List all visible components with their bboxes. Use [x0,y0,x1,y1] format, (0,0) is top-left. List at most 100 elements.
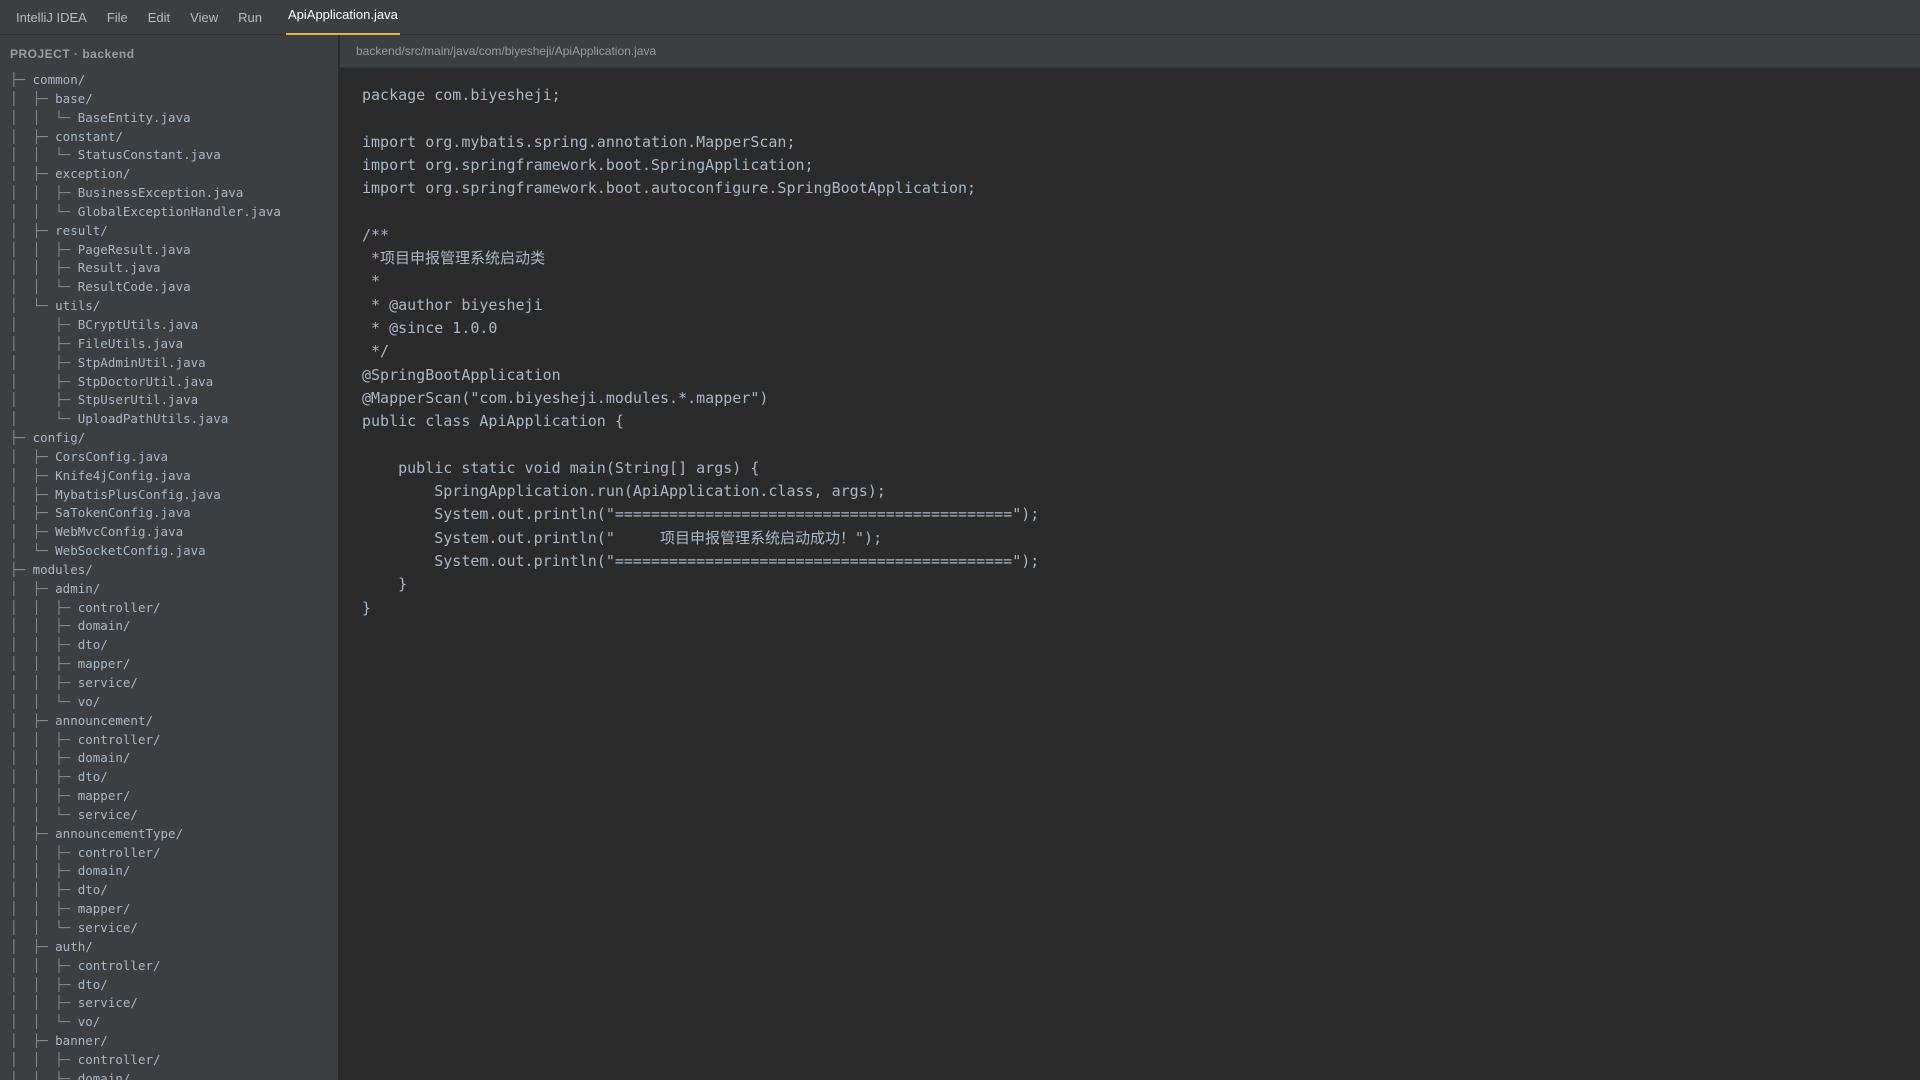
code-line[interactable]: /** [362,224,1920,247]
tree-folder[interactable]: │ │ ├─ service/ [10,994,338,1013]
code-line[interactable]: SpringApplication.run(ApiApplication.cla… [362,480,1920,503]
tree-file[interactable]: │ ├─ StpUserUtil.java [10,391,338,410]
code-line[interactable]: @MapperScan("com.biyesheji.modules.*.map… [362,387,1920,410]
tree-guide: │ │ └─ [10,1014,78,1030]
tree-guide: │ ├─ [10,580,56,596]
tab-active-file[interactable]: ApiApplication.java [285,0,400,35]
code-line[interactable]: } [362,597,1920,620]
tree-folder[interactable]: │ │ ├─ dto/ [10,768,338,787]
menu-edit[interactable]: Edit [148,0,170,35]
code-line[interactable]: import org.springframework.boot.autoconf… [362,177,1920,200]
code-line[interactable] [362,107,1920,130]
tree-folder[interactable]: │ │ ├─ service/ [10,674,338,693]
code-line[interactable]: * @author biyesheji [362,294,1920,317]
tree-folder[interactable]: │ │ ├─ domain/ [10,1070,338,1080]
tree-guide: │ │ └─ [10,806,78,822]
tree-folder[interactable]: │ │ ├─ controller/ [10,957,338,976]
code-line[interactable]: System.out.println("====================… [362,503,1920,526]
code-content[interactable]: package com.biyesheji; import org.mybatis… [340,68,1920,620]
tree-folder[interactable]: ├─ common/ [10,71,338,90]
code-line[interactable]: * @since 1.0.0 [362,317,1920,340]
tree-folder[interactable]: │ │ ├─ controller/ [10,731,338,750]
tree-file[interactable]: │ │ └─ ResultCode.java [10,278,338,297]
code-line[interactable]: } [362,573,1920,596]
tree-folder[interactable]: │ │ ├─ domain/ [10,862,338,881]
tree-folder[interactable]: │ ├─ admin/ [10,580,338,599]
code-line[interactable]: *项目申报管理系统启动类 [362,247,1920,270]
tree-folder[interactable]: │ │ └─ service/ [10,919,338,938]
tree-file[interactable]: │ └─ UploadPathUtils.java [10,410,338,429]
tree-folder[interactable]: │ ├─ auth/ [10,938,338,957]
tree-folder[interactable]: │ ├─ constant/ [10,128,338,147]
tree-folder[interactable]: │ ├─ exception/ [10,165,338,184]
code-line[interactable] [362,433,1920,456]
editor-breadcrumb: backend/src/main/java/com/biyesheji/ApiA… [340,35,1920,68]
code-line[interactable]: public class ApiApplication { [362,410,1920,433]
tree-folder[interactable]: │ │ └─ vo/ [10,693,338,712]
code-line[interactable]: System.out.println(" 项目申报管理系统启动成功！"); [362,527,1920,550]
tree-folder[interactable]: │ │ ├─ controller/ [10,844,338,863]
tree-guide: │ ├─ [10,524,56,540]
tree-file[interactable]: │ │ └─ StatusConstant.java [10,146,338,165]
tree-file[interactable]: │ ├─ CorsConfig.java [10,448,338,467]
tree-file[interactable]: │ ├─ BCryptUtils.java [10,316,338,335]
code-editor[interactable]: package com.biyesheji; import org.mybatis… [340,68,1920,1080]
tree-folder[interactable]: │ │ ├─ mapper/ [10,900,338,919]
tree-item-label: service/ [77,806,138,822]
tree-file[interactable]: │ ├─ StpAdminUtil.java [10,354,338,373]
tree-folder[interactable]: │ │ ├─ controller/ [10,1051,338,1070]
tree-guide: │ │ ├─ [10,656,78,672]
tree-file[interactable]: │ │ └─ BaseEntity.java [10,109,338,128]
tree-file[interactable]: │ ├─ StpDoctorUtil.java [10,373,338,392]
tree-folder[interactable]: │ │ ├─ dto/ [10,881,338,900]
tree-folder[interactable]: │ │ └─ service/ [10,806,338,825]
tree-folder[interactable]: ├─ modules/ [10,561,338,580]
tree-file[interactable]: │ │ └─ GlobalExceptionHandler.java [10,203,338,222]
tree-file[interactable]: │ │ ├─ BusinessException.java [10,184,338,203]
tree-file[interactable]: │ └─ WebSocketConfig.java [10,542,338,561]
code-line[interactable]: */ [362,340,1920,363]
tree-file[interactable]: │ ├─ SaTokenConfig.java [10,504,338,523]
tree-file[interactable]: │ ├─ WebMvcConfig.java [10,523,338,542]
tree-folder[interactable]: │ ├─ announcement/ [10,712,338,731]
app-name[interactable]: IntelliJ IDEA [16,0,87,35]
tree-folder[interactable]: ├─ config/ [10,429,338,448]
tree-folder[interactable]: │ ├─ base/ [10,90,338,109]
tree-folder[interactable]: │ │ ├─ controller/ [10,599,338,618]
tree-folder[interactable]: │ │ └─ vo/ [10,1013,338,1032]
code-line[interactable]: * [362,270,1920,293]
tree-item-label: controller/ [77,731,161,747]
code-line[interactable] [362,200,1920,223]
tree-item-label: UploadPathUtils.java [77,411,229,427]
tree-folder[interactable]: │ │ ├─ dto/ [10,976,338,995]
tree-folder[interactable]: │ ├─ banner/ [10,1032,338,1051]
tree-item-label: vo/ [77,693,101,709]
menu-view[interactable]: View [190,0,218,35]
tree-guide: │ │ └─ [10,693,78,709]
tree-folder[interactable]: │ ├─ announcementType/ [10,825,338,844]
tree-folder[interactable]: │ │ ├─ dto/ [10,636,338,655]
tree-guide: │ │ ├─ [10,637,78,653]
tree-guide: │ │ ├─ [10,1051,78,1067]
code-line[interactable]: import org.springframework.boot.SpringAp… [362,154,1920,177]
tree-file[interactable]: │ ├─ FileUtils.java [10,335,338,354]
tree-folder[interactable]: │ ├─ result/ [10,222,338,241]
code-line[interactable]: public static void main(String[] args) { [362,457,1920,480]
tree-folder[interactable]: │ │ ├─ domain/ [10,617,338,636]
code-line[interactable]: @SpringBootApplication [362,364,1920,387]
tree-folder[interactable]: │ └─ utils/ [10,297,338,316]
tree-item-label: StpUserUtil.java [77,392,199,408]
tree-folder[interactable]: │ │ ├─ domain/ [10,749,338,768]
menu-file[interactable]: File [107,0,128,35]
tree-file[interactable]: │ │ ├─ Result.java [10,259,338,278]
tree-folder[interactable]: │ │ ├─ mapper/ [10,787,338,806]
tree-file[interactable]: │ ├─ MybatisPlusConfig.java [10,486,338,505]
code-line[interactable]: package com.biyesheji; [362,84,1920,107]
tree-file[interactable]: │ │ ├─ PageResult.java [10,241,338,260]
code-line[interactable]: import org.mybatis.spring.annotation.Map… [362,131,1920,154]
menu-run[interactable]: Run [238,0,262,35]
tree-folder[interactable]: │ │ ├─ mapper/ [10,655,338,674]
tree-item-label: controller/ [77,599,161,615]
code-line[interactable]: System.out.println("====================… [362,550,1920,573]
tree-file[interactable]: │ ├─ Knife4jConfig.java [10,467,338,486]
